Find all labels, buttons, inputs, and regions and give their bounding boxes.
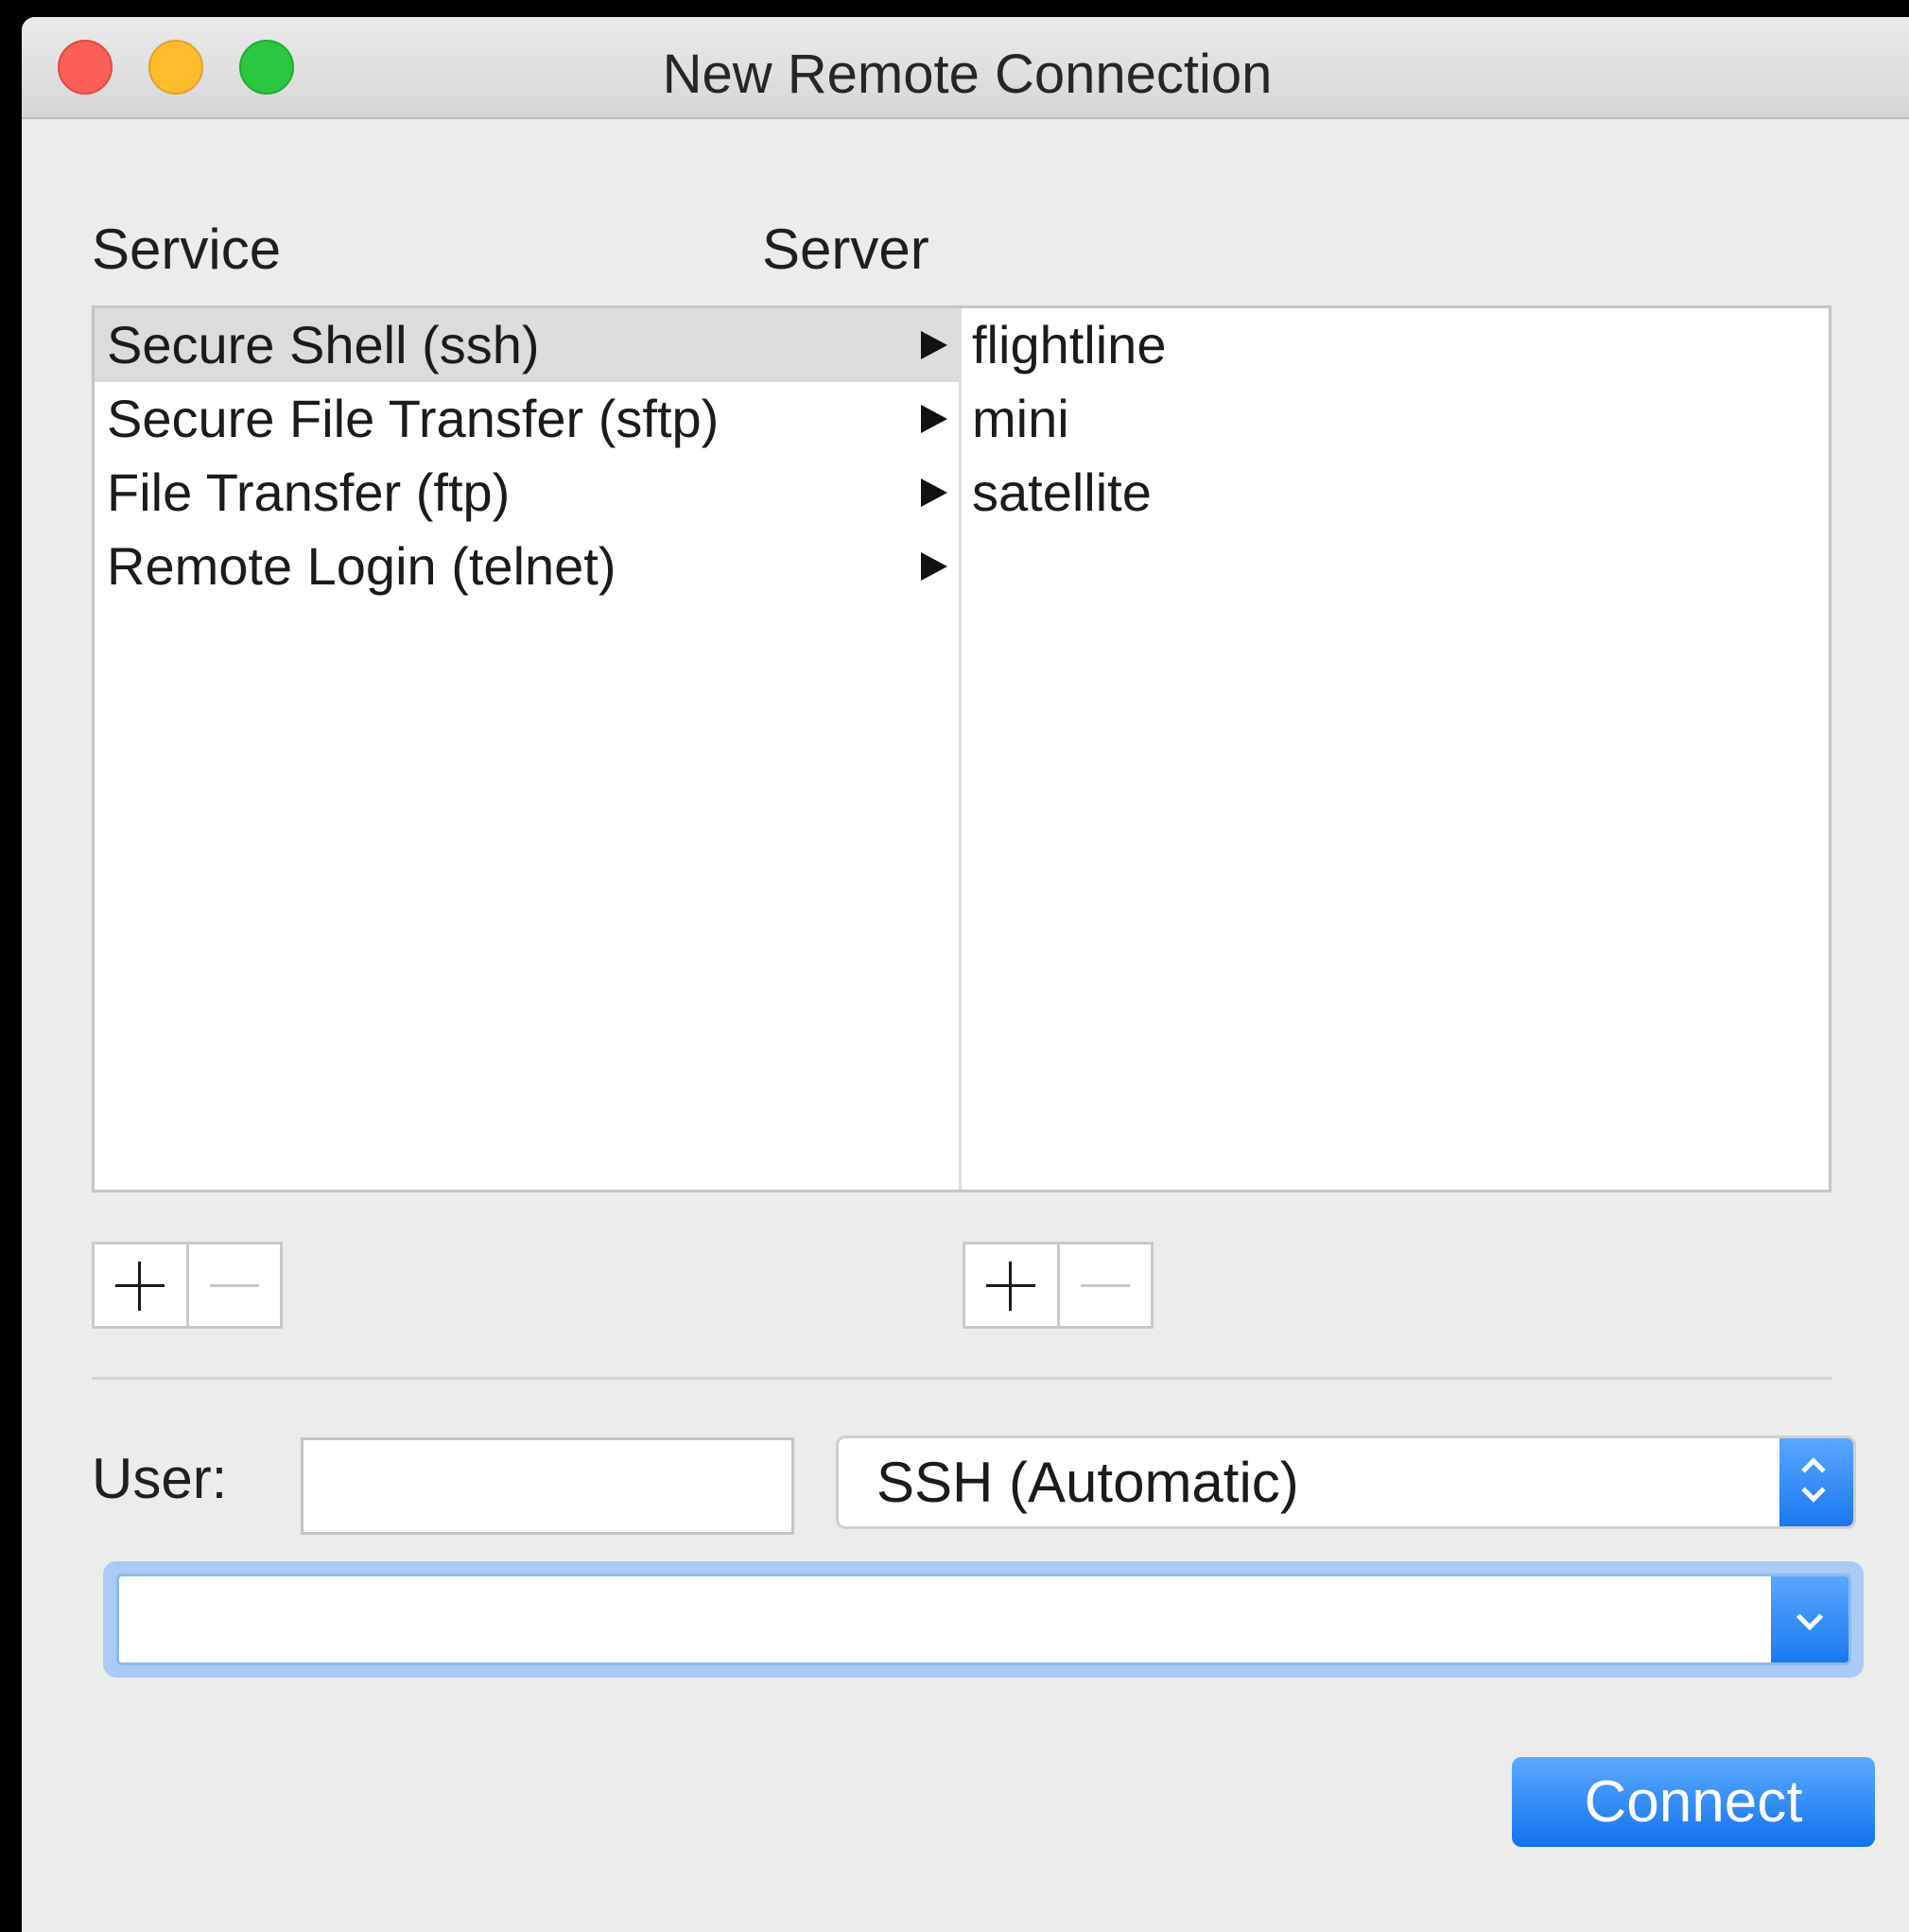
combo-dropdown-button[interactable] [1771,1576,1848,1662]
connect-button[interactable]: Connect [1512,1757,1875,1847]
server-item-flightline[interactable]: flightline [962,308,1813,382]
plus-icon-stroke [1009,1262,1012,1311]
title-bar[interactable]: New Remote Connection [22,17,1909,119]
user-field[interactable] [301,1437,794,1535]
plus-icon-stroke [138,1262,141,1311]
add-service-button[interactable] [95,1244,189,1326]
protocol-popup[interactable]: SSH (Automatic) [836,1436,1856,1529]
server-add-remove-control [963,1242,1154,1329]
service-item-label: Secure File Transfer (sftp) [107,389,720,448]
server-item-satellite[interactable]: satellite [962,456,1813,530]
service-item-ssh[interactable]: Secure Shell (ssh) [95,308,959,382]
disclosure-arrow-icon [921,552,947,581]
service-item-label: Secure Shell (ssh) [107,315,540,374]
service-item-telnet[interactable]: Remote Login (telnet) [95,530,959,603]
service-heading: Service [92,218,282,281]
chevron-down-icon [1796,1603,1824,1631]
command-combo-box[interactable] [116,1574,1851,1665]
server-item-mini[interactable]: mini [962,382,1813,456]
new-remote-connection-window: New Remote Connection Service Server Sec… [22,17,1909,1932]
separator [92,1377,1831,1380]
server-item-label: mini [972,389,1069,448]
service-add-remove-control [92,1242,283,1329]
chevron-down-icon [1801,1478,1826,1503]
minus-icon [209,1284,259,1287]
disclosure-arrow-icon [921,405,947,433]
user-label: User: [92,1447,228,1510]
server-item-label: satellite [972,462,1152,522]
remove-server-button[interactable] [1060,1244,1152,1326]
service-item-ftp[interactable]: File Transfer (ftp) [95,456,959,530]
server-heading: Server [762,218,929,281]
disclosure-arrow-icon [921,479,947,507]
service-item-sftp[interactable]: Secure File Transfer (sftp) [95,382,959,456]
add-server-button[interactable] [965,1244,1060,1326]
service-item-label: Remote Login (telnet) [107,536,616,596]
remove-service-button[interactable] [189,1244,281,1326]
service-item-label: File Transfer (ftp) [107,462,511,522]
protocol-selected-value: SSH (Automatic) [876,1451,1299,1514]
window-title: New Remote Connection [662,44,1273,105]
popup-stepper[interactable] [1779,1438,1853,1526]
server-item-label: flightline [972,315,1167,374]
service-server-browser: Secure Shell (ssh) Secure File Transfer … [92,305,1831,1192]
disclosure-arrow-icon [921,331,947,359]
minus-icon [1080,1284,1130,1287]
